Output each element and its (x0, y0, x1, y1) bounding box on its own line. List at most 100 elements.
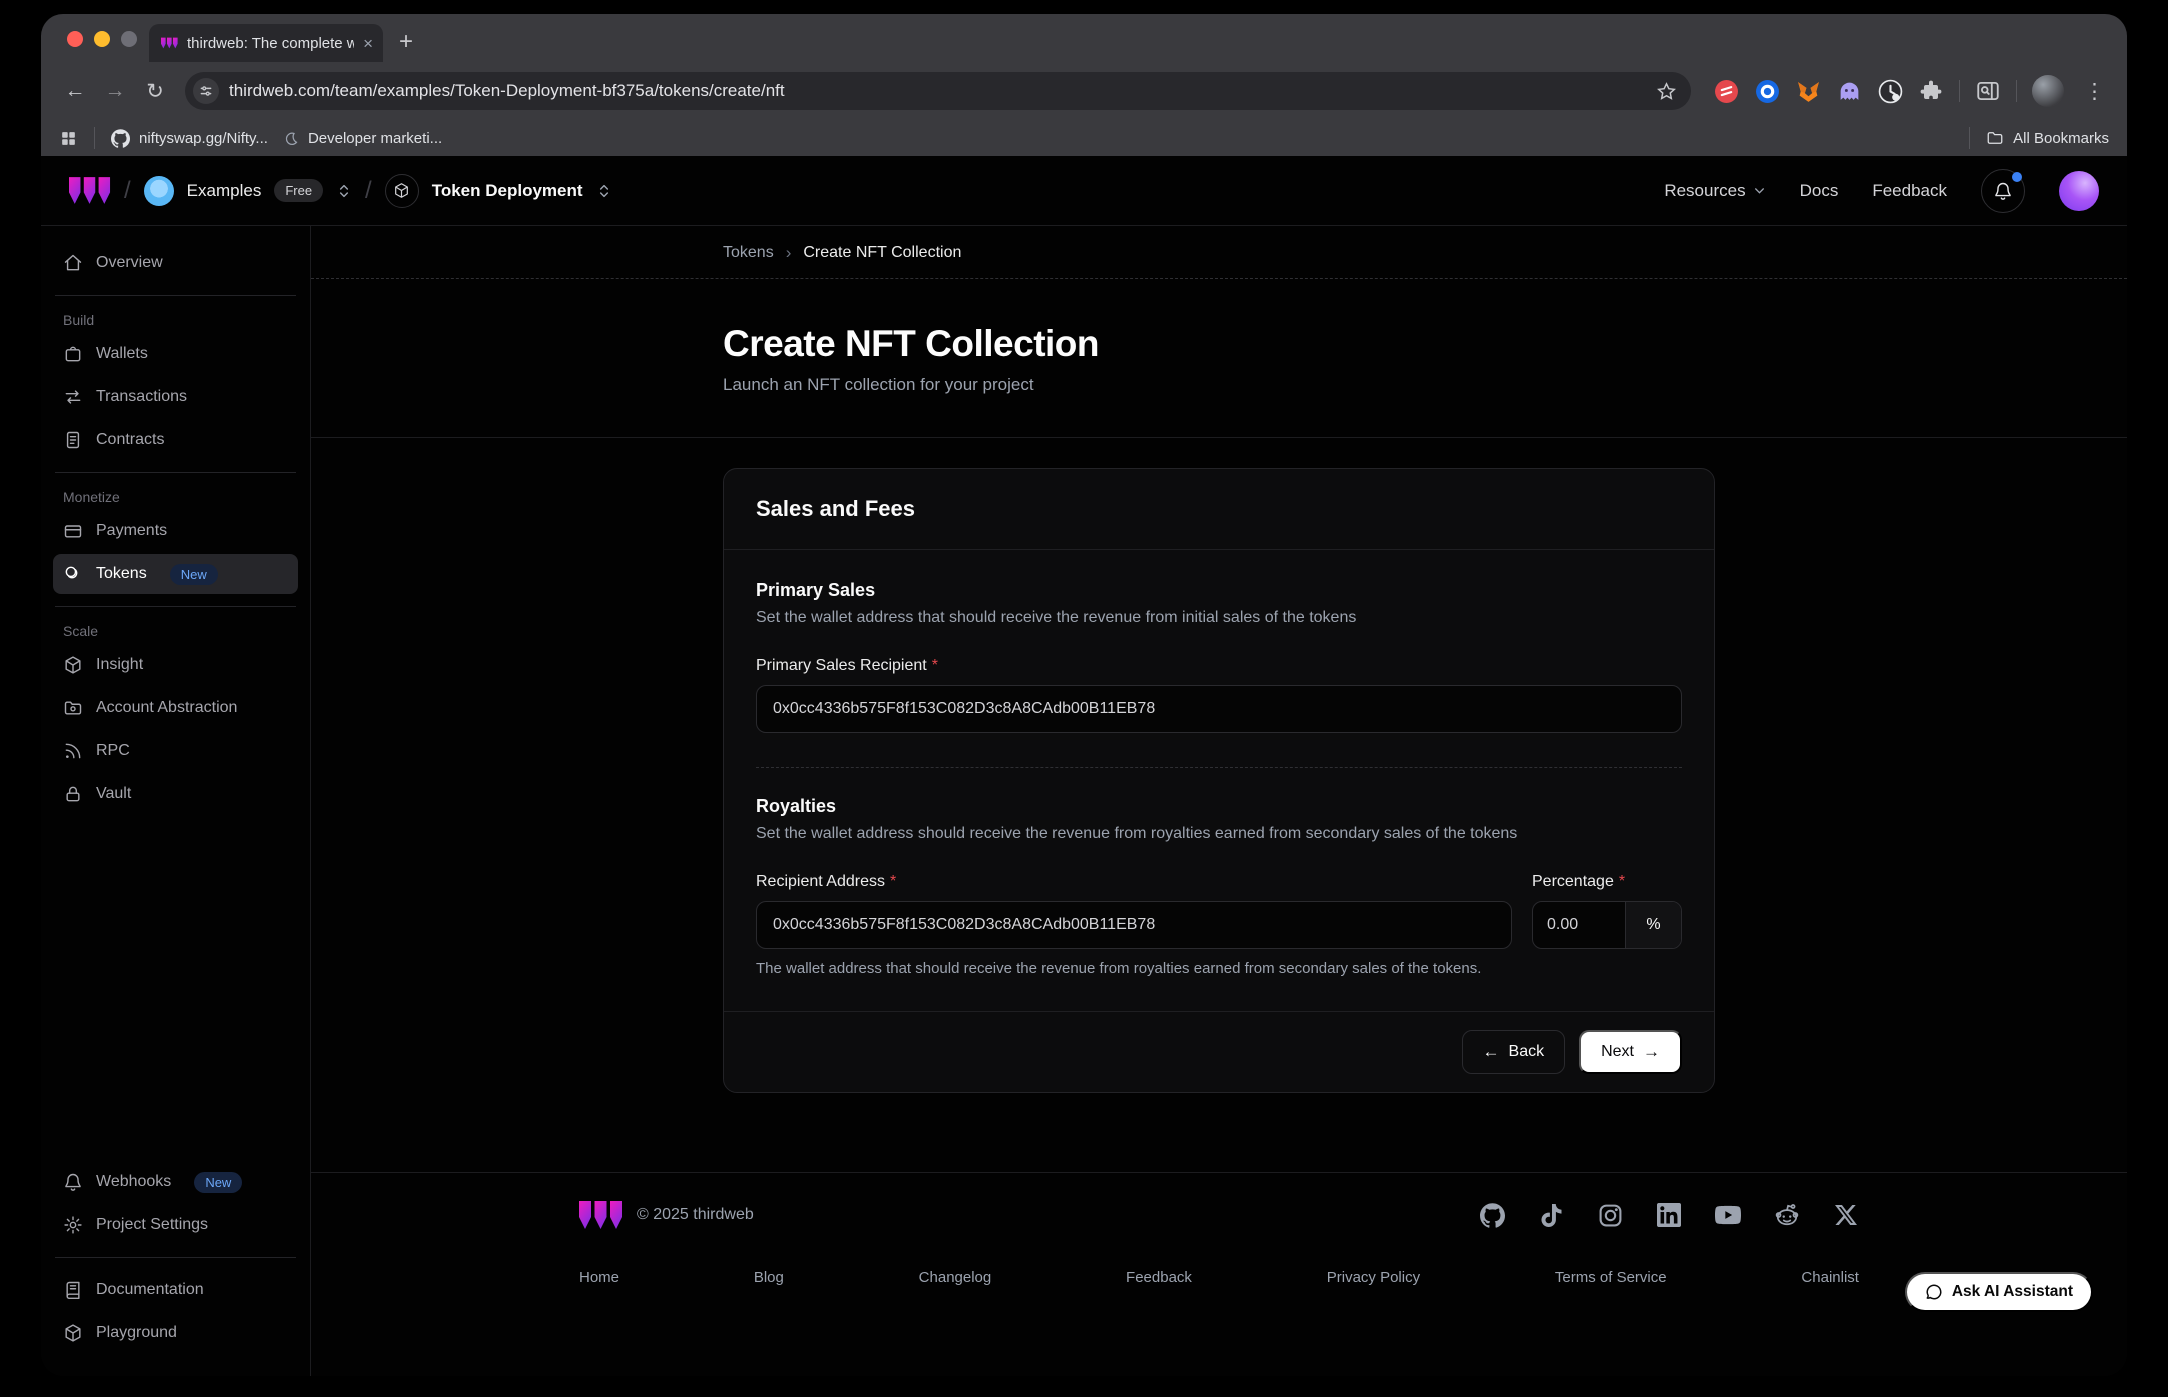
extension-red-icon[interactable] (1713, 78, 1739, 104)
footer-link-home[interactable]: Home (579, 1269, 619, 1286)
sidebar-item-label: Contracts (96, 431, 164, 449)
footer-link-chainlist[interactable]: Chainlist (1801, 1269, 1859, 1286)
address-bar[interactable]: thirdweb.com/team/examples/Token-Deploym… (185, 72, 1691, 110)
x-icon[interactable] (1833, 1202, 1859, 1228)
browser-profile-avatar[interactable] (2032, 75, 2064, 107)
sidebar-divider (55, 295, 296, 296)
social-links (1479, 1202, 1859, 1228)
user-avatar[interactable] (2059, 171, 2099, 211)
footer-link-feedback[interactable]: Feedback (1126, 1269, 1192, 1286)
primary-sales-recipient-input[interactable] (756, 685, 1682, 733)
sales-and-fees-card: Sales and Fees Primary Sales Set the wal… (723, 468, 1715, 1093)
footer-link-terms-of-service[interactable]: Terms of Service (1555, 1269, 1667, 1286)
thirdweb-footer-logo (579, 1201, 623, 1229)
percent-suffix: % (1625, 902, 1681, 948)
sidebar-section-scale: Scale (63, 623, 288, 639)
minimize-window-button[interactable] (94, 31, 110, 47)
docs-label: Docs (1800, 181, 1839, 201)
docs-link[interactable]: Docs (1800, 181, 1839, 201)
sidebar-item-webhooks[interactable]: Webhooks New (53, 1162, 298, 1202)
notifications-button[interactable] (1981, 169, 2025, 213)
zoom-window-button[interactable] (121, 31, 137, 47)
team-switcher-chevrons-icon[interactable] (336, 183, 352, 199)
breadcrumb-chevron-icon: › (786, 243, 792, 263)
sidebar-item-vault[interactable]: Vault (53, 774, 298, 814)
footer-links: Home Blog Changelog Feedback Privacy Pol… (579, 1269, 1859, 1286)
forward-icon[interactable]: → (97, 73, 133, 109)
team-name[interactable]: Examples (187, 181, 262, 201)
sidebar-item-overview[interactable]: Overview (53, 243, 298, 283)
close-window-button[interactable] (67, 31, 83, 47)
breadcrumb: Tokens › Create NFT Collection (311, 226, 2127, 279)
thirdweb-logo[interactable] (69, 177, 111, 204)
sidebar-item-wallets[interactable]: Wallets (53, 334, 298, 374)
sidebar-item-playground[interactable]: Playground (53, 1313, 298, 1353)
phantom-icon[interactable] (1836, 78, 1862, 104)
linkedin-icon[interactable] (1656, 1202, 1682, 1228)
reload-icon[interactable]: ↻ (137, 73, 173, 109)
bookmark-item[interactable]: niftyswap.gg/Nifty... (111, 129, 268, 148)
folder-user-icon (63, 698, 83, 718)
arrow-left-icon: ← (1483, 1042, 1500, 1062)
resources-menu[interactable]: Resources (1664, 181, 1765, 201)
chat-bubble-icon (1925, 1283, 1943, 1301)
metamask-icon[interactable] (1795, 78, 1821, 104)
copyright: © 2025 thirdweb (637, 1206, 754, 1224)
sidebar-item-payments[interactable]: Payments (53, 511, 298, 551)
bell-icon (63, 1172, 83, 1192)
instagram-icon[interactable] (1597, 1202, 1623, 1228)
sidebar-item-label: Playground (96, 1324, 177, 1342)
sidebar-item-contracts[interactable]: Contracts (53, 420, 298, 460)
tiktok-icon[interactable] (1538, 1202, 1564, 1228)
sidebar-item-insight[interactable]: Insight (53, 645, 298, 685)
youtube-icon[interactable] (1715, 1202, 1741, 1228)
ask-ai-assistant-button[interactable]: Ask AI Assistant (1905, 1272, 2093, 1312)
royalties-heading: Royalties (756, 796, 1682, 817)
primary-sales-recipient-label: Primary Sales Recipient* (756, 657, 1682, 675)
breadcrumb-tokens-link[interactable]: Tokens (723, 244, 774, 262)
github-icon[interactable] (1479, 1202, 1505, 1228)
bookmark-label: Developer marketi... (308, 130, 442, 147)
back-button[interactable]: ← Back (1462, 1030, 1566, 1074)
project-switcher-chevrons-icon[interactable] (596, 183, 612, 199)
side-panel-search-icon[interactable] (1975, 78, 2001, 104)
sidebar-item-rpc[interactable]: RPC (53, 731, 298, 771)
bookmark-star-icon[interactable] (1656, 81, 1677, 102)
book-icon (63, 1280, 83, 1300)
browser-menu-icon[interactable]: ⋮ (2078, 79, 2111, 104)
bell-icon (1993, 181, 2013, 201)
extension-blue-icon[interactable] (1754, 78, 1780, 104)
site-info-icon[interactable] (193, 78, 219, 104)
main-content: Tokens › Create NFT Collection Create NF… (311, 226, 2127, 1376)
next-button[interactable]: Next → (1579, 1030, 1682, 1074)
all-bookmarks-button[interactable]: All Bookmarks (1986, 129, 2109, 147)
sidebar-item-tokens[interactable]: Tokens New (53, 554, 298, 594)
ask-ai-label: Ask AI Assistant (1952, 1283, 2073, 1301)
sidebar-item-project-settings[interactable]: Project Settings (53, 1205, 298, 1245)
sidebar-item-documentation[interactable]: Documentation (53, 1270, 298, 1310)
browser-tab[interactable]: thirdweb: The complete web3 × (149, 24, 383, 62)
sidebar-item-account-abstraction[interactable]: Account Abstraction (53, 688, 298, 728)
footer-link-blog[interactable]: Blog (754, 1269, 784, 1286)
royalties-helper-text: The wallet address that should receive t… (756, 960, 1682, 977)
footer-link-privacy-policy[interactable]: Privacy Policy (1327, 1269, 1420, 1286)
sidebar-item-label: Webhooks (96, 1173, 171, 1191)
footer-link-changelog[interactable]: Changelog (919, 1269, 992, 1286)
bookmark-item[interactable]: Developer marketi... (284, 130, 442, 147)
tab-close-icon[interactable]: × (363, 35, 373, 52)
extensions-puzzle-icon[interactable] (1918, 78, 1944, 104)
wallet-icon (63, 344, 83, 364)
sidebar-item-transactions[interactable]: Transactions (53, 377, 298, 417)
back-icon[interactable]: ← (57, 73, 93, 109)
clock-extension-icon[interactable] (1877, 78, 1903, 104)
notification-dot (2012, 172, 2022, 182)
project-name[interactable]: Token Deployment (432, 181, 583, 201)
new-tab-button[interactable]: + (399, 28, 413, 56)
reddit-icon[interactable] (1774, 1202, 1800, 1228)
feedback-link[interactable]: Feedback (1872, 181, 1947, 201)
apps-grid-icon[interactable] (59, 129, 78, 148)
browser-window: thirdweb: The complete web3 × + ← → ↻ th… (41, 14, 2127, 1376)
recipient-address-input[interactable] (756, 901, 1512, 949)
required-asterisk: * (932, 657, 938, 674)
percentage-input[interactable] (1533, 902, 1625, 948)
